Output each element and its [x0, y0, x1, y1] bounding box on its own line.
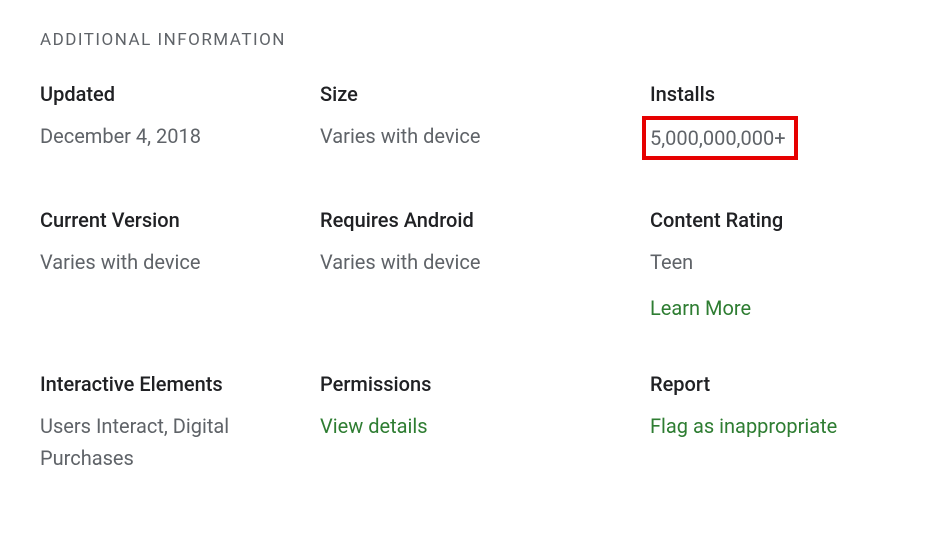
learn-more-link[interactable]: Learn More	[650, 292, 900, 324]
info-value-highlighted: 5,000,000,000+	[642, 116, 798, 160]
info-item-size: Size Varies with device	[320, 82, 650, 160]
info-item-updated: Updated December 4, 2018	[40, 82, 320, 160]
info-item-content-rating: Content Rating Teen Learn More	[650, 208, 900, 324]
info-value: Varies with device	[40, 246, 320, 278]
info-value: Varies with device	[320, 246, 650, 278]
info-label: Updated	[40, 82, 320, 106]
info-item-requires-android: Requires Android Varies with device	[320, 208, 650, 324]
info-item-installs: Installs 5,000,000,000+	[650, 82, 900, 160]
info-grid: Updated December 4, 2018 Size Varies wit…	[40, 82, 900, 474]
info-item-interactive-elements: Interactive Elements Users Interact, Dig…	[40, 372, 320, 474]
info-value: December 4, 2018	[40, 120, 320, 152]
info-label: Size	[320, 82, 650, 106]
info-label: Current Version	[40, 208, 320, 232]
view-details-link[interactable]: View details	[320, 410, 650, 442]
info-item-current-version: Current Version Varies with device	[40, 208, 320, 324]
info-item-permissions: Permissions View details	[320, 372, 650, 474]
info-label: Requires Android	[320, 208, 650, 232]
flag-inappropriate-link[interactable]: Flag as inappropriate	[650, 410, 900, 442]
section-title: ADDITIONAL INFORMATION	[40, 30, 900, 50]
info-value: Varies with device	[320, 120, 650, 152]
info-item-report: Report Flag as inappropriate	[650, 372, 900, 474]
info-label: Content Rating	[650, 208, 900, 232]
info-value: Teen	[650, 246, 900, 278]
info-label: Permissions	[320, 372, 650, 396]
info-label: Interactive Elements	[40, 372, 320, 396]
info-value: Users Interact, Digital Purchases	[40, 410, 320, 474]
info-label: Installs	[650, 82, 900, 106]
info-label: Report	[650, 372, 900, 396]
